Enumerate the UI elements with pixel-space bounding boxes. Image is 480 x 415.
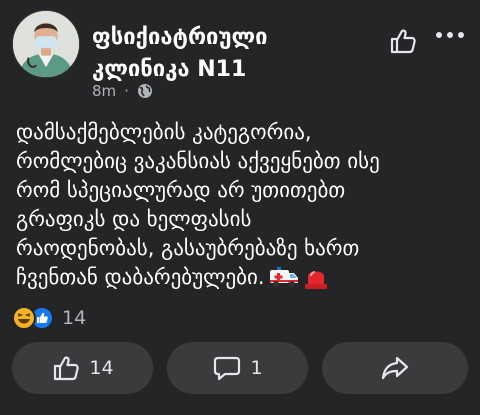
haha-reaction-icon (12, 306, 36, 330)
reaction-count: 14 (62, 307, 87, 329)
globe-icon[interactable] (137, 83, 153, 99)
follow-like-icon[interactable] (388, 26, 418, 56)
author-name[interactable]: ფსიქიატრიული კლინიკა N11 (92, 22, 362, 86)
avatar[interactable] (12, 10, 80, 78)
more-dot (447, 32, 453, 38)
post-meta: 8m · (92, 82, 153, 100)
post-body: დამსაქმებლების კატეგორია, რომლებიც ვაკან… (16, 118, 471, 292)
more-dot (458, 32, 464, 38)
meta-separator: · (124, 82, 129, 100)
reaction-summary[interactable]: 14 (12, 306, 86, 330)
more-dot (436, 32, 442, 38)
post-emojis (269, 264, 329, 290)
siren-icon (304, 271, 327, 289)
like-count: 14 (89, 357, 114, 379)
comment-count: 1 (250, 357, 263, 379)
share-icon (381, 356, 409, 380)
more-options-icon[interactable] (436, 32, 464, 38)
comment-icon (214, 356, 241, 381)
thumbs-up-icon (54, 356, 80, 381)
post-time[interactable]: 8m (92, 82, 116, 100)
doctor-avatar-image (13, 11, 79, 77)
comment-button[interactable]: 1 (167, 342, 308, 394)
share-button[interactable] (322, 342, 468, 394)
like-button[interactable]: 14 (12, 342, 153, 394)
ambulance-icon (269, 267, 298, 287)
